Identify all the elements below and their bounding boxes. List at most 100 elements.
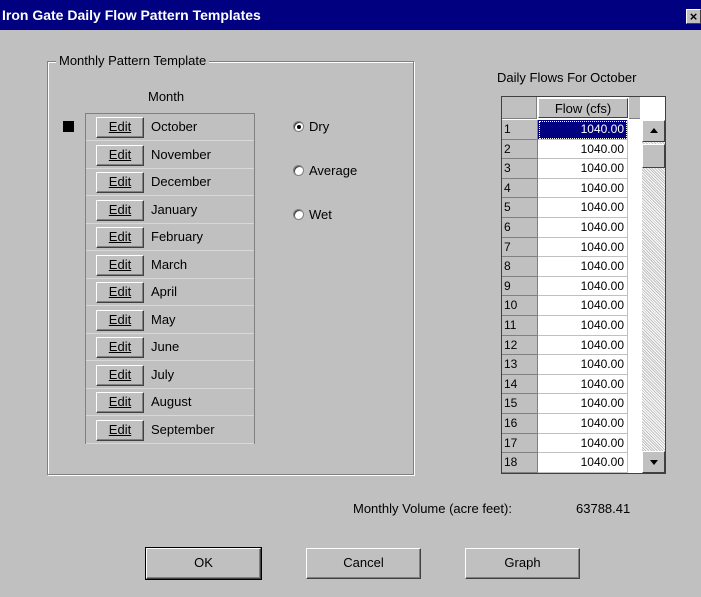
flow-cell[interactable]: 1040.00 <box>538 374 628 395</box>
flow-cell[interactable]: 1040.00 <box>538 159 628 179</box>
flow-cell[interactable]: 1040.00 <box>538 178 628 199</box>
table-row: 6 1040.00 <box>502 218 640 238</box>
row-header[interactable]: 6 <box>502 218 538 238</box>
flow-cell[interactable]: 1040.00 <box>538 414 628 434</box>
row-header[interactable]: 2 <box>502 139 538 160</box>
month-row: Edit April <box>86 279 254 306</box>
row-header[interactable]: 3 <box>502 159 538 179</box>
radio-dry-indicator[interactable] <box>293 121 304 132</box>
radio-wet-label: Wet <box>309 207 332 222</box>
month-row: Edit January <box>86 197 254 224</box>
table-row: 8 1040.00 <box>502 257 640 277</box>
row-header[interactable]: 12 <box>502 335 538 356</box>
edit-button[interactable]: Edit <box>96 117 144 138</box>
radio-wet-indicator[interactable] <box>293 209 304 220</box>
vertical-scrollbar[interactable] <box>642 120 665 473</box>
radio-average-indicator[interactable] <box>293 165 304 176</box>
row-header[interactable]: 15 <box>502 394 538 414</box>
radio-dry-label: Dry <box>309 119 330 134</box>
ok-button[interactable]: OK <box>145 547 262 580</box>
flow-cell[interactable]: 1040.00 <box>538 237 628 258</box>
month-row: Edit July <box>86 362 254 389</box>
table-row: 9 1040.00 <box>502 276 640 297</box>
flow-cell[interactable]: 1040.00 <box>538 120 628 140</box>
scroll-up-button[interactable] <box>642 120 665 142</box>
close-button[interactable]: × <box>686 9 701 24</box>
edit-button[interactable]: Edit <box>96 337 144 358</box>
table-row: 15 1040.00 <box>502 394 640 414</box>
month-label: July <box>151 366 175 382</box>
edit-button[interactable]: Edit <box>96 199 144 221</box>
flow-cell[interactable]: 1040.00 <box>538 276 628 297</box>
month-label: April <box>151 284 178 299</box>
row-header[interactable]: 7 <box>502 237 538 258</box>
cancel-button[interactable]: Cancel <box>306 548 421 579</box>
edit-button[interactable]: Edit <box>96 172 144 193</box>
month-row: Edit August <box>86 389 254 416</box>
edit-button[interactable]: Edit <box>96 419 144 441</box>
monthly-volume-value: 63788.41 <box>576 501 631 516</box>
grid-corner-header <box>502 97 537 119</box>
row-header[interactable]: 17 <box>502 433 538 454</box>
row-header[interactable]: 4 <box>502 178 538 199</box>
scroll-down-button[interactable] <box>642 451 665 473</box>
month-row: Edit September <box>86 417 254 444</box>
graph-button[interactable]: Graph <box>465 548 580 579</box>
edit-button[interactable]: Edit <box>96 144 144 166</box>
flow-column-header[interactable]: Flow (cfs) <box>538 98 628 118</box>
table-row: 4 1040.00 <box>502 178 640 199</box>
edit-button[interactable]: Edit <box>96 282 144 303</box>
table-row: 12 1040.00 <box>502 335 640 356</box>
table-row: 1 1040.00 <box>502 120 640 140</box>
row-header[interactable]: 11 <box>502 316 538 336</box>
month-label: February <box>151 229 204 244</box>
selected-month-indicator <box>63 121 74 132</box>
month-column-header: Month <box>148 89 185 104</box>
title-bar: Iron Gate Daily Flow Pattern Templates × <box>0 0 701 30</box>
grid-header-filler <box>629 97 640 119</box>
table-row: 14 1040.00 <box>502 374 640 395</box>
month-list: Edit October Edit November Edit December Edit J… <box>85 113 255 444</box>
month-row: Edit February <box>86 224 254 251</box>
month-label: August <box>151 394 192 409</box>
row-header[interactable]: 9 <box>502 276 538 297</box>
month-row: Edit November <box>86 142 254 169</box>
month-label: June <box>151 339 180 354</box>
edit-button[interactable]: Edit <box>96 392 144 413</box>
row-header[interactable]: 18 <box>502 453 538 473</box>
flow-cell[interactable]: 1040.00 <box>538 257 628 277</box>
edit-button[interactable]: Edit <box>96 309 144 331</box>
flow-cell[interactable]: 1040.00 <box>538 335 628 356</box>
row-header[interactable]: 1 <box>502 120 538 140</box>
month-row: Edit March <box>86 252 254 279</box>
flow-cell[interactable]: 1040.00 <box>538 316 628 336</box>
table-row: 2 1040.00 <box>502 139 640 160</box>
table-row: 13 1040.00 <box>502 355 640 375</box>
month-label: May <box>151 311 176 327</box>
month-row: Edit June <box>86 334 254 361</box>
table-row: 17 1040.00 <box>502 433 640 454</box>
row-header[interactable]: 13 <box>502 355 538 375</box>
row-header[interactable]: 14 <box>502 374 538 395</box>
month-label: October <box>151 119 198 134</box>
flow-cell[interactable]: 1040.00 <box>538 296 628 316</box>
daily-flows-grid[interactable]: Flow (cfs) 1 1040.00 2 1040.00 3 1040.00 4 1040… <box>501 96 666 474</box>
row-header[interactable]: 16 <box>502 414 538 434</box>
edit-button[interactable]: Edit <box>96 364 144 386</box>
edit-button[interactable]: Edit <box>96 254 144 276</box>
flow-cell[interactable]: 1040.00 <box>538 394 628 414</box>
month-label: March <box>151 256 188 272</box>
row-header[interactable]: 8 <box>502 257 538 277</box>
row-header[interactable]: 5 <box>502 198 538 218</box>
month-row: Edit May <box>86 307 254 334</box>
flow-cell[interactable]: 1040.00 <box>538 453 628 473</box>
scroll-thumb[interactable] <box>642 144 665 168</box>
row-header[interactable]: 10 <box>502 296 538 316</box>
flow-cell[interactable]: 1040.00 <box>538 355 628 375</box>
edit-button[interactable]: Edit <box>96 227 144 248</box>
arrow-up-icon <box>650 128 658 133</box>
flow-cell[interactable]: 1040.00 <box>538 218 628 238</box>
flow-cell[interactable]: 1040.00 <box>538 198 628 218</box>
flow-cell[interactable]: 1040.00 <box>538 433 628 454</box>
flow-cell[interactable]: 1040.00 <box>538 139 628 160</box>
